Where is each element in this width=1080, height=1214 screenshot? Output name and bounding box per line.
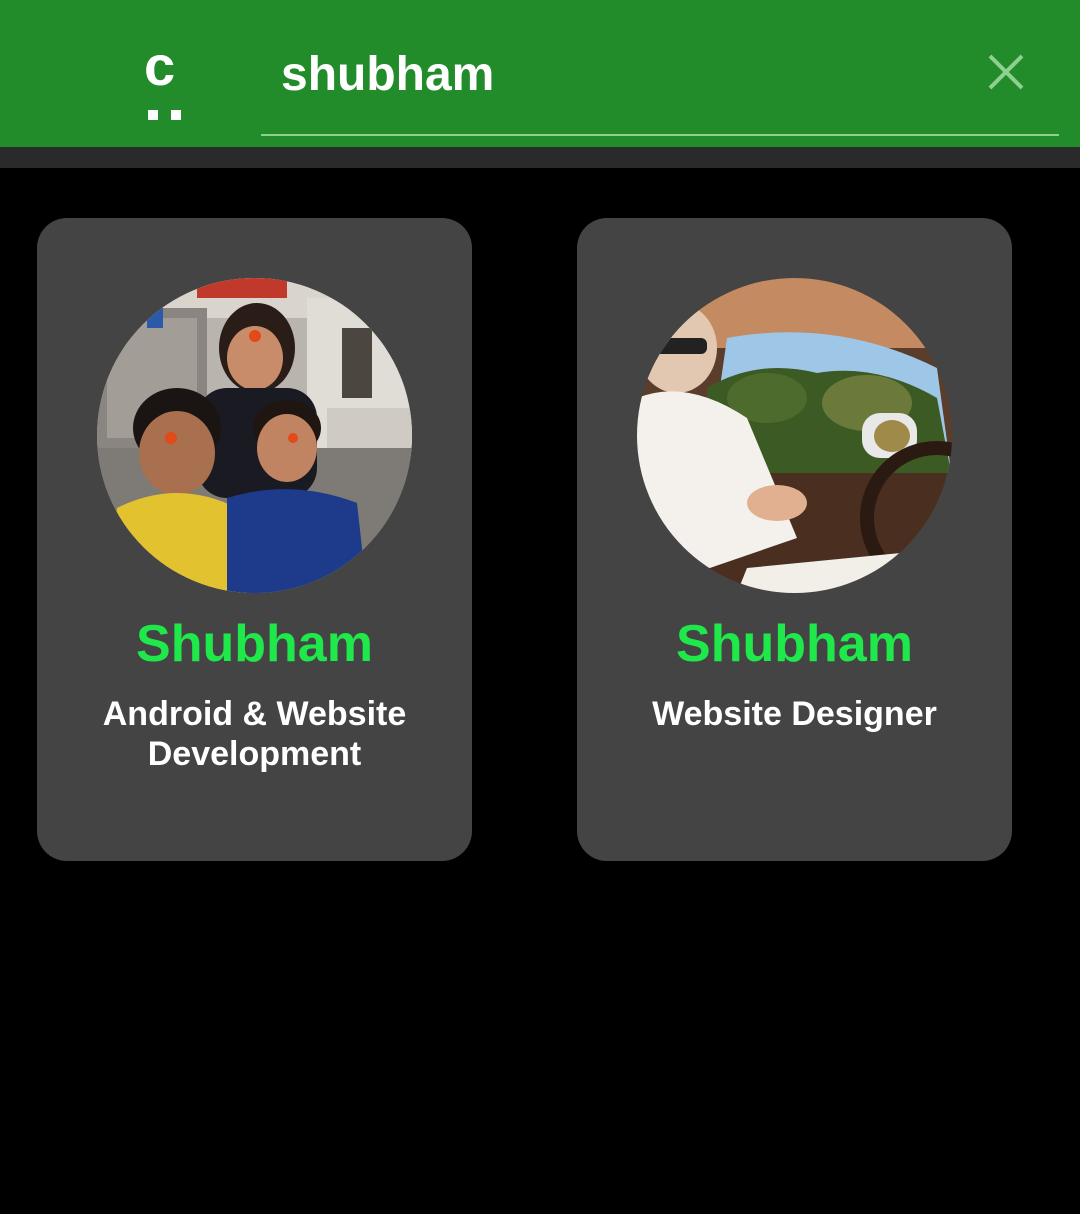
result-card[interactable]: Shubham Android & Website Development	[37, 218, 472, 861]
result-name: Shubham	[676, 615, 913, 673]
avatar	[97, 278, 412, 593]
app-bar: c	[0, 0, 1080, 147]
appbar-shadow	[0, 147, 1080, 168]
result-card[interactable]: Shubham Website Designer	[577, 218, 1012, 861]
search-field	[261, 38, 1059, 136]
logo-dot	[148, 110, 158, 120]
search-input[interactable]	[281, 44, 961, 104]
logo-dot	[171, 110, 181, 120]
result-role: Android & Website Development	[102, 695, 407, 773]
logo-letter: c	[144, 34, 176, 97]
result-role: Website Designer	[652, 695, 937, 733]
close-icon[interactable]	[982, 48, 1030, 96]
avatar	[637, 278, 952, 593]
result-name: Shubham	[136, 615, 373, 673]
app-logo-icon[interactable]: c	[138, 36, 190, 126]
